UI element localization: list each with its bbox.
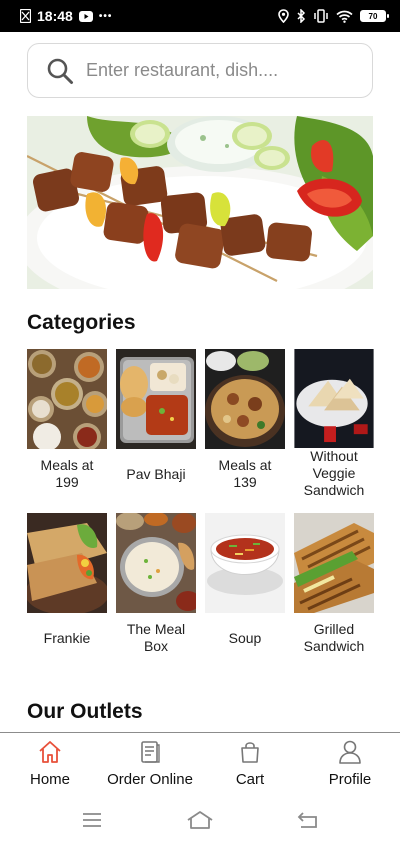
category-label: The Meal Box [126,621,186,654]
biryani-photo [205,349,285,449]
categories-grid: Meals at 199 Pav Bhaji Meals at 139 With… [27,349,374,663]
search-bar[interactable] [27,43,373,98]
youtube-icon [78,10,93,22]
user-icon [339,740,361,764]
category-label: Without Veggie Sandwich [303,448,365,498]
home-icon [39,741,61,763]
notification-app-icon [20,9,31,23]
nav-label: Cart [235,771,265,788]
category-soup[interactable]: Soup [205,513,285,663]
battery-icon: 70 [360,10,389,22]
vibrate-icon [314,9,328,23]
nav-order-online[interactable]: Order Online [100,733,200,793]
promo-banner[interactable] [27,116,373,289]
category-frankie[interactable]: Frankie [27,513,107,663]
menu-icon[interactable] [81,812,103,828]
search-input[interactable] [86,60,346,81]
nav-profile[interactable]: Profile [300,733,400,793]
wrap-photo [27,513,107,613]
categories-title: Categories [27,311,136,334]
category-meals-at-199[interactable]: Meals at 199 [27,349,107,499]
nav-home[interactable]: Home [0,733,100,793]
status-bar: 18:48 ••• 70 [0,0,400,32]
category-label: Grilled Sandwich [303,621,365,654]
kebab-skewers-photo [27,116,373,289]
menu-card-icon [141,741,160,763]
status-time: 18:48 [37,8,73,24]
soup-photo [205,513,285,613]
home-button-icon[interactable] [186,810,214,830]
search-icon[interactable] [46,57,74,85]
back-icon[interactable] [297,811,319,829]
bottom-navigation: Home Order Online Cart Profile [0,732,400,792]
category-label: Meals at 139 [218,457,272,490]
battery-level: 70 [368,11,378,21]
meal-box-photo [116,513,196,613]
category-pav-bhaji[interactable]: Pav Bhaji [116,349,196,499]
category-label: Pav Bhaji [126,465,186,482]
status-left: 18:48 ••• [20,8,112,24]
thali-photo [27,349,107,449]
category-without-veggie-sandwich[interactable]: Without Veggie Sandwich [294,349,374,499]
category-label: Frankie [43,629,91,646]
wifi-icon [336,10,353,23]
nav-label: Home [29,771,70,788]
category-meals-at-139[interactable]: Meals at 139 [205,349,285,499]
category-label: Soup [228,629,262,646]
outlets-title: Our Outlets [27,700,143,723]
category-the-meal-box[interactable]: The Meal Box [116,513,196,663]
nav-label: Order Online [107,771,193,788]
category-grilled-sandwich[interactable]: Grilled Sandwich [294,513,374,663]
sandwich-photo [294,349,374,448]
system-navigation-bar [0,795,400,845]
category-label: Meals at 199 [40,457,94,490]
bluetooth-icon [297,9,306,23]
pav-bhaji-photo [116,349,196,449]
location-icon [278,9,289,23]
status-right: 70 [278,9,389,23]
grilled-sandwich-photo [294,513,374,613]
nav-label: Profile [328,771,372,788]
nav-cart[interactable]: Cart [200,733,300,793]
status-more-dots: ••• [98,10,113,22]
shopping-bag-icon [241,742,259,763]
